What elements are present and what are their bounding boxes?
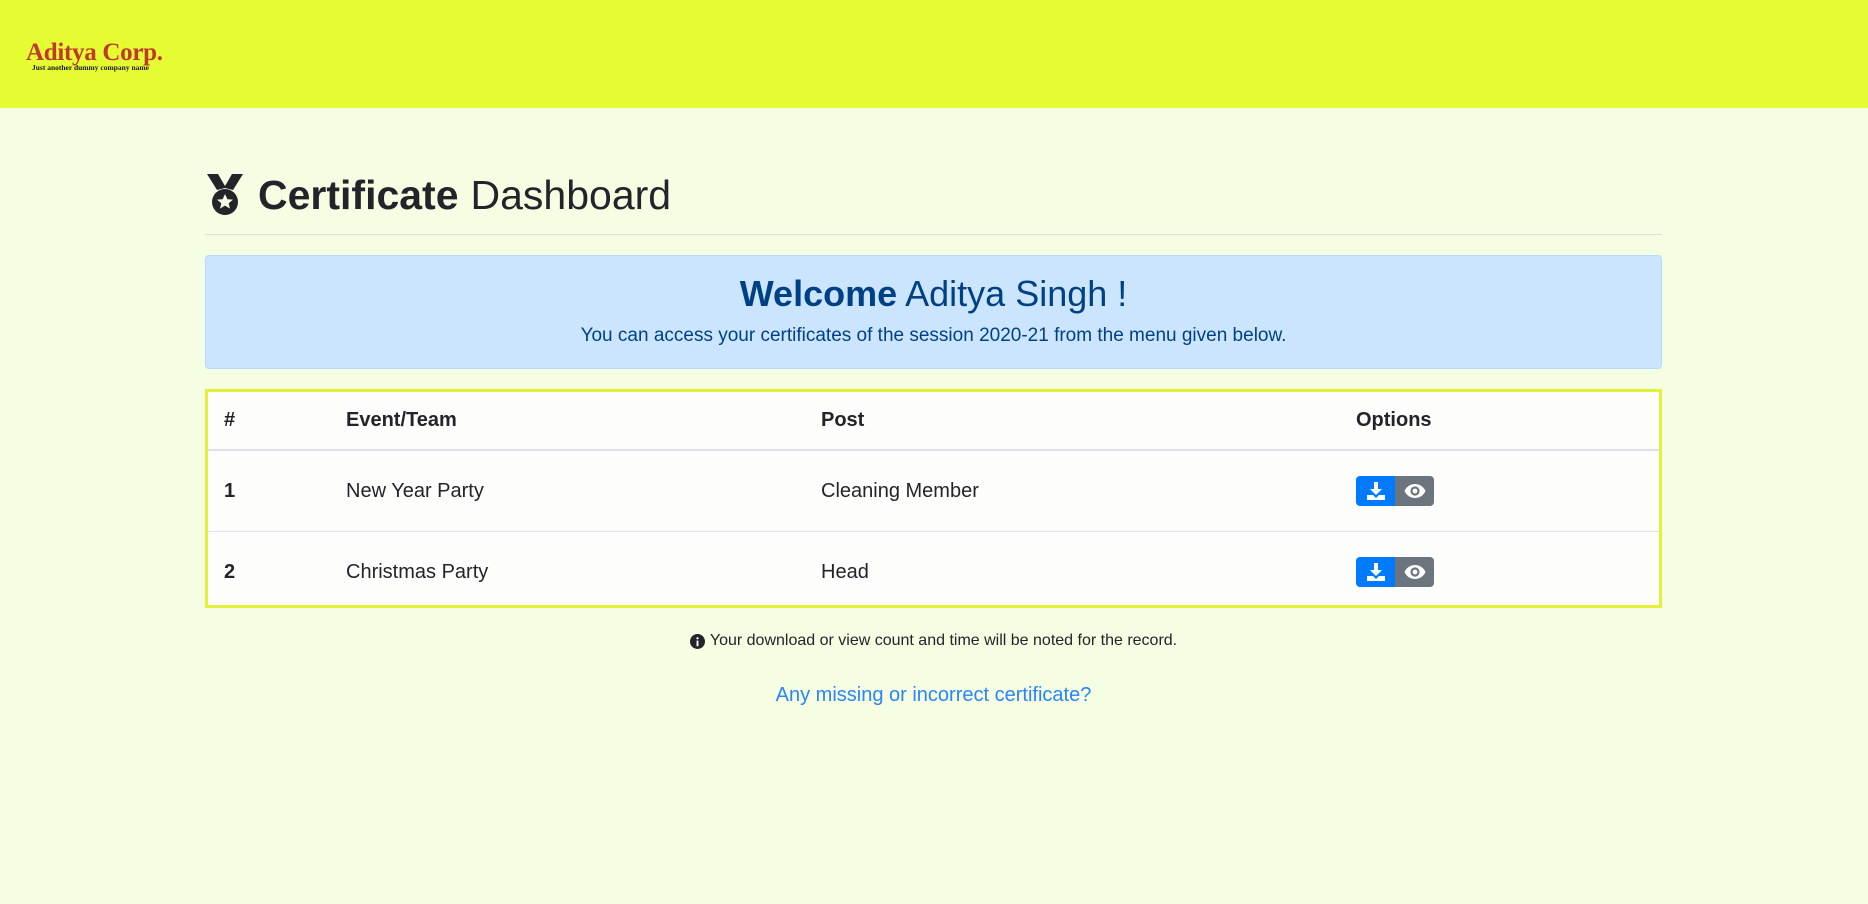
row-event: New Year Party <box>330 450 805 532</box>
welcome-heading: Welcome Aditya Singh ! <box>206 256 1661 316</box>
brand-tagline: Just another dummy company name <box>32 63 149 72</box>
view-button[interactable] <box>1395 556 1434 587</box>
medal-icon <box>207 174 243 215</box>
row-num: 1 <box>208 450 330 532</box>
title-divider <box>205 234 1662 235</box>
options-button-group <box>1356 556 1434 587</box>
download-icon <box>1366 562 1385 581</box>
welcome-message: You can access your certificates of the … <box>580 325 1287 346</box>
record-note: Your download or view count and time wil… <box>205 632 1662 650</box>
brand-logo[interactable]: Aditya Corp. Just another dummy company … <box>26 40 163 73</box>
download-button[interactable] <box>1356 556 1395 587</box>
table-header-row: # Event/Team Post Options <box>208 392 1659 451</box>
welcome-alert: Welcome Aditya Singh ! You can access yo… <box>205 255 1662 369</box>
row-options <box>1340 532 1659 613</box>
table-row: 1 New Year Party Cleaning Member <box>208 450 1659 532</box>
eye-icon <box>1404 483 1425 498</box>
help-link-container: Any missing or incorrect certificate? <box>205 684 1662 707</box>
header-event: Event/Team <box>330 392 805 451</box>
missing-certificate-link[interactable]: Any missing or incorrect certificate? <box>776 684 1092 706</box>
record-note-text: Your download or view count and time wil… <box>709 632 1178 649</box>
row-num: 2 <box>224 560 236 583</box>
eye-icon <box>1404 564 1425 579</box>
row-post: Cleaning Member <box>805 450 1340 532</box>
options-button-group <box>1356 475 1434 506</box>
page-title: Certificate Dashboard <box>205 170 1662 220</box>
top-navbar: Aditya Corp. Just another dummy company … <box>0 0 1868 108</box>
table-row: 2 Christmas Party Head <box>208 532 1659 613</box>
view-button[interactable] <box>1395 475 1434 506</box>
main-container: Certificate Dashboard Welcome Aditya Sin… <box>205 108 1662 707</box>
row-event: Christmas Party <box>346 560 489 583</box>
header-options: Options <box>1340 392 1659 451</box>
info-icon <box>689 633 705 649</box>
header-num: # <box>208 392 330 451</box>
page-title-rest: Dashboard <box>470 172 672 218</box>
certificates-table-container: # Event/Team Post Options 1 New Year Par… <box>205 389 1662 608</box>
welcome-greeting: Welcome <box>739 273 898 314</box>
page-title-bold: Certificate <box>258 172 459 218</box>
download-button[interactable] <box>1356 475 1395 506</box>
certificates-table: # Event/Team Post Options 1 New Year Par… <box>208 392 1659 612</box>
download-icon <box>1366 481 1385 500</box>
row-options <box>1340 450 1659 532</box>
header-post: Post <box>805 392 1340 451</box>
welcome-user-name: Aditya Singh ! <box>905 273 1128 314</box>
row-post: Head <box>821 560 869 583</box>
